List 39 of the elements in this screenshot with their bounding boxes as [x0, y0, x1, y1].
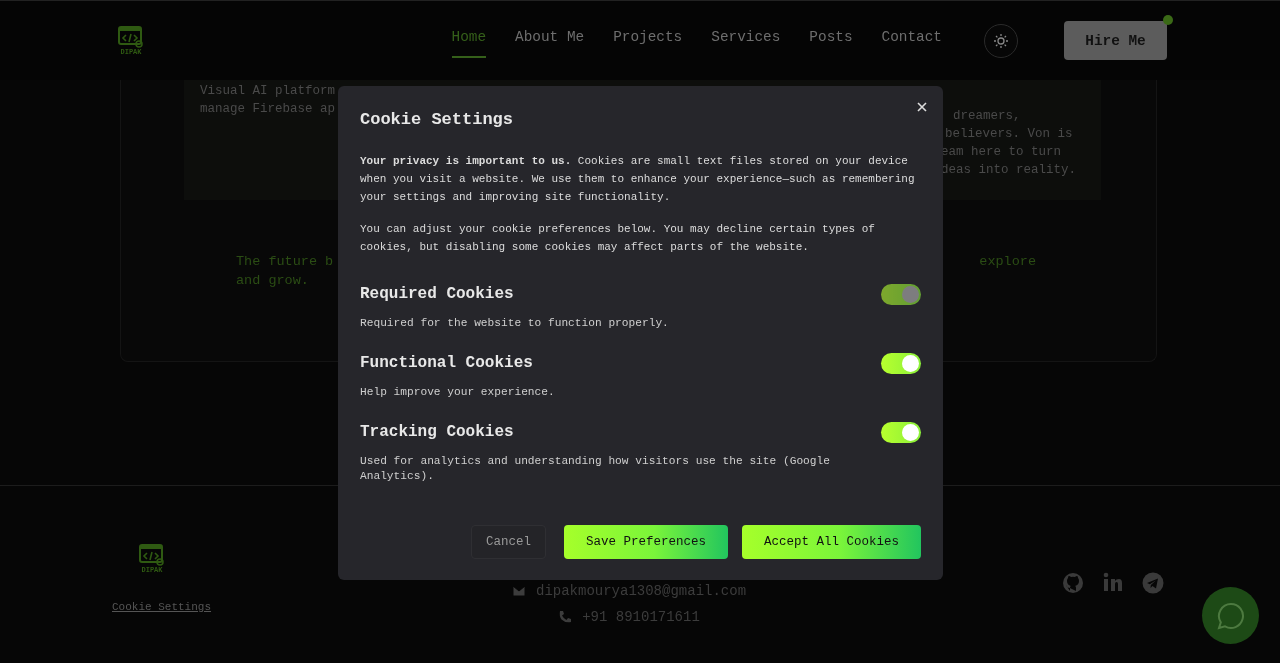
chat-bubble-icon	[1215, 600, 1246, 631]
tagline-text: and grow.	[236, 272, 310, 290]
sun-icon	[993, 32, 1009, 49]
project-description: manage Firebase ap	[200, 101, 336, 118]
cookie-settings-link[interactable]: Cookie Settings	[112, 601, 212, 613]
logo-icon	[118, 25, 144, 48]
notification-dot	[1163, 15, 1173, 25]
tagline-text: explore	[979, 253, 1036, 271]
hire-me-button[interactable]: Hire Me	[1064, 21, 1167, 60]
nav-link[interactable]: About Me	[515, 23, 585, 58]
mail-icon	[512, 585, 526, 597]
category-description: Required for the website to function properly.	[360, 316, 670, 331]
about-text: believers. Von is	[944, 126, 1073, 143]
nav-link[interactable]: Home	[451, 23, 487, 58]
action-button[interactable]: Save Preferences	[563, 525, 728, 559]
note-paragraph: You can adjust your cookie preferences below. You may decline certain types of cookies, but disabling some cookies may affect parts of the website.	[360, 222, 876, 255]
toggle-switch[interactable]	[881, 422, 921, 443]
category-title: Tracking Cookies	[360, 422, 515, 443]
nav-link[interactable]: Contact	[881, 23, 942, 58]
toggle-switch[interactable]	[881, 353, 921, 374]
dialog-title: Cookie Settings	[360, 109, 515, 131]
phone-icon	[558, 610, 573, 624]
logo-icon	[139, 544, 165, 566]
category-title: Required Cookies	[360, 284, 515, 305]
cancel-button[interactable]: Cancel	[470, 525, 546, 559]
nav-link[interactable]: Projects	[613, 23, 683, 58]
intro-paragraph: Your privacy is important to us. Cookies are small text files stored on your device when you visit a website. We use them to enhance your experience—such as remembering your settings and improving site functionality.	[360, 154, 916, 205]
action-button[interactable]: Accept All Cookies	[741, 525, 921, 559]
category-description: Help improve your experience.	[360, 385, 556, 400]
project-description: Visual AI platform	[200, 83, 336, 100]
theme-toggle-button[interactable]	[984, 23, 1018, 58]
nav-link[interactable]: Services	[711, 23, 781, 58]
chat-button[interactable]	[1202, 587, 1259, 644]
about-text: dreamers,	[952, 108, 1021, 125]
nav-link[interactable]: Posts	[809, 23, 853, 58]
category-description: Used for analytics and understanding how visitors use the site (Google Analytics).	[360, 454, 831, 484]
category-title: Functional Cookies	[360, 353, 534, 374]
tagline-text: The future b	[236, 253, 334, 271]
close-icon[interactable]	[917, 102, 927, 112]
